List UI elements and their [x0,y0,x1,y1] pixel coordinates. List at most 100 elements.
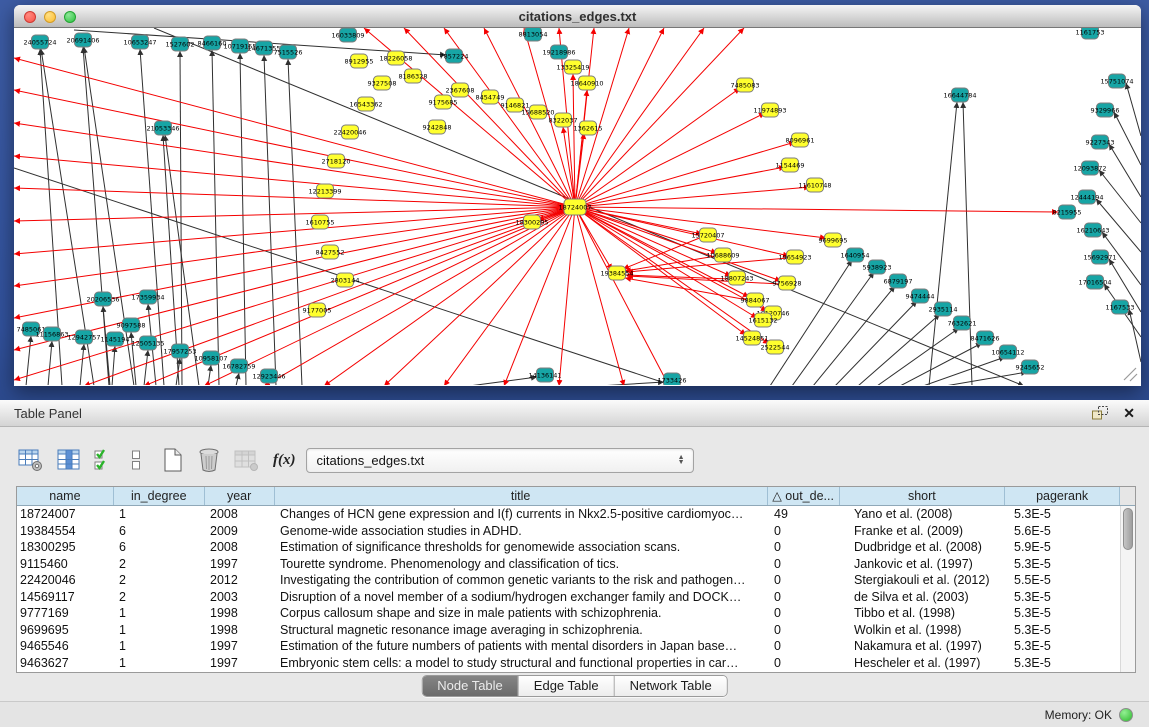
graph-node-label: 8186328 [399,73,428,81]
cell-name: 9115460 [17,556,114,573]
graph-node-label: 17016504 [1078,279,1111,287]
graph-edge [963,102,972,385]
column-header-title[interactable]: title [275,487,768,505]
cell-out_de: 0 [769,655,841,672]
node-table: namein_degreeyeartitle△ out_de...shortpa… [16,486,1136,673]
graph-node-label: 20206536 [86,296,119,304]
column-header-year[interactable]: year [205,487,275,505]
graph-node-label: 12093872 [1073,165,1106,173]
dropdown-arrows-icon: ▲▼ [678,455,685,465]
table-row[interactable]: 977716911998Corpus callosum shape and si… [17,605,1135,622]
cell-short: Franke et al. (2009) [841,523,1007,540]
graph-node-label: 12213399 [308,188,341,196]
network-canvas[interactable]: 2405572420691406106532471527602846616010… [14,28,1141,385]
minimize-window-icon[interactable] [44,11,56,23]
memory-status-label: Memory: OK [1045,708,1112,722]
table-row[interactable]: 946554611997Estimation of the future num… [17,638,1135,655]
graph-edge [80,344,84,385]
tab-node-table[interactable]: Node Table [422,676,519,696]
graph-edge [26,336,31,385]
resize-grip-icon[interactable] [1124,368,1137,381]
cell-name: 22420046 [17,572,114,589]
graph-node-label: 17359934 [131,294,164,302]
graph-node-label: 1615132 [749,317,778,325]
new-table-icon[interactable] [162,447,184,473]
cell-in_degree: 1 [114,655,205,672]
cell-out_de: 0 [769,605,841,622]
column-header-short[interactable]: short [840,487,1006,505]
graph-edge [1129,309,1141,362]
graph-node-label: 16033809 [331,32,364,40]
table-row[interactable]: 1830029562008Estimation of significance … [17,539,1135,556]
show-columns-icon[interactable] [57,448,81,472]
graph-edge [575,28,704,207]
cell-in_degree: 2 [114,572,205,589]
column-header-in_degree[interactable]: in_degree [114,487,205,505]
tab-edge-table[interactable]: Edge Table [519,676,615,696]
cell-short: Jankovic et al. (1997) [841,556,1007,573]
scrollbar-corner [1120,487,1135,505]
table-row[interactable]: 2242004622012Investigating the contribut… [17,572,1135,589]
graph-edge [575,28,664,207]
graph-node-label: 9177005 [303,307,332,315]
cell-out_de: 0 [769,638,841,655]
table-selector-dropdown[interactable]: citations_edges.txt ▲▼ [306,448,694,473]
table-row[interactable]: 911546021997Tourette syndrome. Phenomeno… [17,556,1135,573]
column-header-pagerank[interactable]: pagerank [1005,487,1120,505]
table-row[interactable]: 969969511998Structural magnetic resonanc… [17,622,1135,639]
close-window-icon[interactable] [24,11,36,23]
zoom-window-icon[interactable] [64,11,76,23]
graph-node-label: 20691406 [66,37,99,45]
graph-node-label: 1640954 [841,252,870,260]
table-toolbar: f(x) citations_edges.txt ▲▼ [18,445,694,475]
select-all-icon[interactable] [94,448,116,472]
scrollbar-thumb[interactable] [1123,508,1133,550]
tab-network-table[interactable]: Network Table [615,676,727,696]
row-list-icon[interactable] [129,448,143,472]
graph-node-label: 13325419 [556,64,589,72]
cell-in_degree: 1 [114,605,205,622]
graph-node-label: 9097588 [117,322,146,330]
graph-edge [264,207,575,385]
graph-node-label: 14524851 [735,335,768,343]
float-window-icon[interactable] [1091,405,1109,421]
cell-short: Stergiakouli et al. (2012) [841,572,1007,589]
table-options-icon[interactable] [18,448,44,472]
window-titlebar[interactable]: citations_edges.txt [14,5,1141,28]
network-canvas-svg: 2405572420691406106532471527602846616010… [14,28,1141,385]
table-row[interactable]: 1456911722003Disruption of a novel membe… [17,589,1135,606]
table-row[interactable]: 1938455462009Genome-wide association stu… [17,523,1135,540]
graph-node-label: 8454749 [476,94,505,102]
graph-edge [212,50,219,385]
graph-node-label: 18300295 [515,219,548,227]
graph-edge [240,53,246,385]
graph-node-label: 8322037 [549,117,578,125]
vertical-scrollbar[interactable] [1120,506,1135,672]
table-row[interactable]: 1872400712008Changes of HCN gene express… [17,506,1135,523]
graph-edge [575,28,629,207]
graph-node-label: 1167533 [1106,304,1135,312]
graph-edge [504,207,575,385]
memory-status-led-icon[interactable] [1119,708,1133,722]
close-panel-icon[interactable]: ✕ [1123,405,1135,421]
column-header-out_de[interactable]: △ out_de... [768,487,840,505]
delete-table-icon[interactable] [197,447,221,473]
cell-pagerank: 5.3E-5 [1007,556,1122,573]
graph-edge [1126,83,1141,136]
graph-node-label: 9329966 [1091,107,1120,115]
cell-title: Estimation of significance thresholds fo… [275,539,769,556]
graph-edge [559,207,575,385]
graph-node-label: 18724007 [558,204,591,212]
table-row[interactable]: 946362711997Embryonic stem cells: a mode… [17,655,1135,672]
graph-node-label: 10654112 [991,349,1024,357]
graph-node-label: 8471626 [971,335,1000,343]
cell-title: Embryonic stem cells: a model to study s… [275,655,769,672]
graph-node-label: 18807243 [720,275,753,283]
column-header-name[interactable]: name [17,487,114,505]
cell-title: Disruption of a novel member of a sodium… [275,589,769,606]
graph-edge [112,346,115,385]
graph-edge [575,207,717,253]
cell-in_degree: 1 [114,622,205,639]
function-builder-icon[interactable]: f(x) [273,452,296,469]
table-mode-tabs: Node TableEdge TableNetwork Table [421,675,728,697]
